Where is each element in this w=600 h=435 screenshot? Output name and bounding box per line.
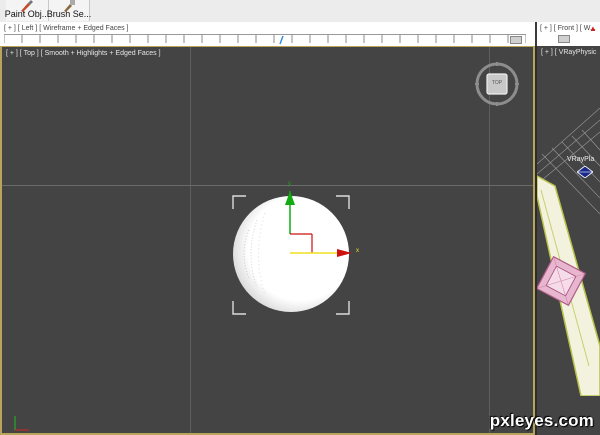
y-axis-label: y <box>288 181 291 187</box>
red-marker-icon: ▲ <box>589 24 597 33</box>
right-viewport-label[interactable]: [ + ] [ VRayPhysic <box>541 49 596 56</box>
brush-settings-button[interactable]: Brush Se... <box>47 0 91 21</box>
left-viewport-label[interactable]: [ + ] [ Left ] [ Wireframe + Edged Faces… <box>4 25 129 32</box>
right-viewport[interactable]: [ + ] [ VRayPhysic VRayPla <box>535 46 600 435</box>
vray-light-icon[interactable] <box>577 166 593 178</box>
left-viewport-strip: [ + ] [ Left ] [ Wireframe + Edged Faces… <box>0 22 600 47</box>
y-axis-arrow[interactable] <box>285 191 295 205</box>
vray-plane-label: VRayPla <box>567 156 595 163</box>
time-ruler[interactable] <box>4 34 526 45</box>
viewcube[interactable]: TOP <box>474 61 520 107</box>
top-viewport-label[interactable]: [ + ] [ Top ] [ Smooth + Highlights + Ed… <box>6 50 161 57</box>
front-viewport-label[interactable]: [ + ] [ Front ] [ W... <box>540 25 596 32</box>
vray-plane-wireframe[interactable] <box>537 96 600 396</box>
watermark: pxleyes.com <box>489 411 594 430</box>
world-axis-tripod <box>14 416 29 431</box>
x-axis-label: x <box>356 248 359 254</box>
main-toolbar: Paint Obj... Brush Se... <box>0 0 600 23</box>
left-viewport[interactable]: [ + ] [ Left ] [ Wireframe + Edged Faces… <box>0 22 535 46</box>
viewcube-face-label: TOP <box>491 80 503 86</box>
grid-line <box>190 47 191 433</box>
paint-brush-icon <box>21 0 33 12</box>
front-viewport-handle[interactable] <box>558 35 570 43</box>
move-gizmo[interactable]: x y <box>282 177 368 267</box>
brush-settings-icon <box>64 0 75 12</box>
top-viewport[interactable]: [ + ] [ Top ] [ Smooth + Highlights + Ed… <box>0 46 535 435</box>
x-axis-arrow[interactable] <box>337 249 352 257</box>
front-viewport-strip[interactable]: [ + ] [ Front ] [ W... ▲ <box>535 22 600 46</box>
paint-objects-button[interactable]: Paint Obj... <box>5 0 49 21</box>
time-slider-handle[interactable] <box>510 36 522 44</box>
